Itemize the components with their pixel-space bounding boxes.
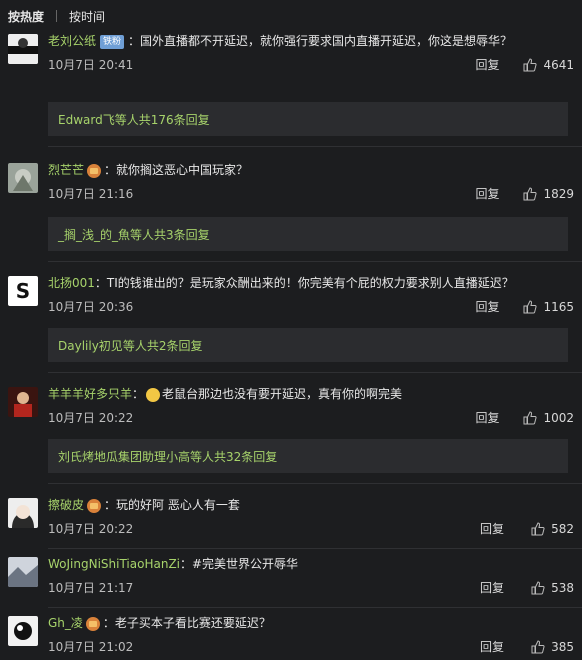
thumbs-up-icon (523, 186, 538, 200)
thumbs-up-icon (523, 57, 538, 71)
avatar[interactable] (8, 387, 38, 417)
like-button[interactable]: 1002 (523, 411, 574, 425)
username[interactable]: 擦破皮 (48, 498, 84, 512)
thumbs-up-icon (531, 639, 545, 653)
sort-divider (56, 10, 58, 22)
like-count: 385 (551, 639, 574, 654)
reply-button[interactable]: 回复 (475, 56, 499, 73)
comment-item: WoJingNiShiTiaoHanZi：#完美世界公开辱华 10月7日 21:… (0, 555, 582, 601)
comment-item: 老刘公纸 铁粉 ：国外直播都不开延迟，就你强行要求国内直播开延迟，你这是想辱华？ 1… (0, 32, 582, 106)
username[interactable]: Gh_凌 (48, 616, 83, 630)
comment-text: 老鼠台那边也没有要开延迟，真有你的啊完美 (162, 387, 403, 401)
sub-reply-names: _搁_浅_的_魚 (58, 227, 131, 242)
reply-button[interactable]: 回复 (480, 520, 504, 537)
like-button[interactable]: 582 (528, 522, 574, 536)
sub-reply-mid: 等人 (122, 338, 147, 353)
fan-badge: 铁粉 (100, 34, 125, 49)
sort-time-tab[interactable]: 按时间 (69, 8, 105, 25)
comment-text: ：国外直播都不开延迟，就你强行要求国内直播开延迟，你这是想辱华？ (128, 34, 513, 48)
like-count: 1829 (543, 186, 574, 201)
sort-hot-tab[interactable]: 按热度 (8, 8, 44, 25)
sort-bar: 按热度 按时间 (0, 0, 582, 32)
sub-reply-count: 共176条回复 (138, 112, 210, 127)
avatar[interactable] (8, 498, 38, 528)
like-count: 1002 (543, 410, 574, 425)
sub-replies-summary[interactable]: 刘氏烤地瓜集团助理小高 等人 共32条回复 (48, 439, 568, 473)
reply-button[interactable]: 回复 (480, 638, 504, 655)
sub-replies-summary[interactable]: _搁_浅_的_魚 等人 共3条回复 (48, 217, 568, 251)
username[interactable]: 羊羊羊好多只羊 (48, 387, 132, 401)
comment-item: 擦破皮 ：玩的好阿 恶心人有一套 10月7日 20:22 回复 582 (0, 496, 582, 542)
comment-time: 10月7日 20:22 (48, 411, 134, 425)
thumbs-up-icon (523, 410, 538, 424)
colon-text: ： (132, 387, 145, 401)
like-count: 538 (551, 580, 574, 595)
divider (48, 372, 582, 373)
comment-text: ：玩的好阿 恶心人有一套 (104, 498, 240, 512)
like-count: 1165 (543, 299, 574, 314)
comment-text: ：老子买本子看比赛还要延迟？ (102, 616, 271, 630)
comment-text: ：#完美世界公开辱华 (180, 557, 299, 571)
comment-time: 10月7日 20:41 (48, 58, 134, 72)
comment-item: 烈芒芒 ：就你搁这恶心中国玩家？ 10月7日 21:16 回复 1829 (0, 161, 582, 209)
sub-reply-names: 刘氏烤地瓜集团助理小高 (58, 449, 191, 464)
thumbs-up-icon (523, 299, 538, 313)
sub-replies-summary[interactable]: Edward飞 等人 共176条回复 (48, 102, 568, 136)
thumbs-up-icon (531, 580, 545, 594)
comment-time: 10月7日 20:22 (48, 522, 134, 536)
username[interactable]: 烈芒芒 (48, 163, 84, 177)
avatar[interactable] (8, 616, 38, 646)
sub-reply-mid: 等人 (190, 449, 215, 464)
username[interactable]: 老刘公纸 (48, 34, 96, 48)
emoji-icon (146, 387, 161, 402)
reply-button[interactable]: 回复 (475, 409, 499, 426)
avatar[interactable] (8, 163, 38, 193)
svg-text:S: S (16, 279, 30, 303)
comment-time: 10月7日 21:16 (48, 187, 134, 201)
comment-text: ：就你搁这恶心中国玩家？ (104, 163, 249, 177)
sub-reply-mid: 等人 (130, 227, 155, 242)
comment-time: 10月7日 21:17 (48, 581, 134, 595)
avatar[interactable]: S (8, 276, 38, 306)
divider (48, 261, 582, 262)
comment-item: S 北扬001：TI的钱谁出的？是玩家众酬出来的！你完美有个屁的权力要求别人直播… (0, 274, 582, 320)
level-badge-icon (87, 163, 102, 178)
divider (48, 548, 582, 549)
sub-reply-count: 共32条回复 (214, 449, 278, 464)
divider (48, 146, 582, 147)
comment-time: 10月7日 21:02 (48, 640, 134, 654)
comment-item: Gh_凌 ：老子买本子看比赛还要延迟？ 10月7日 21:02 回复 385 (0, 614, 582, 660)
divider (48, 483, 582, 484)
comment-time: 10月7日 20:36 (48, 300, 134, 314)
sub-reply-names: Edward飞 (58, 112, 115, 127)
comment-text: ：TI的钱谁出的？是玩家众酬出来的！你完美有个屁的权力要求别人直播延迟？ (94, 276, 514, 290)
like-count: 582 (551, 521, 574, 536)
like-button[interactable]: 385 (528, 640, 574, 654)
sub-reply-names: Daylily初见 (58, 338, 123, 353)
like-button[interactable]: 1165 (523, 300, 574, 314)
like-button[interactable]: 4641 (523, 58, 574, 72)
reply-button[interactable]: 回复 (475, 185, 499, 202)
comment-item: 羊羊羊好多只羊： 老鼠台那边也没有要开延迟，真有你的啊完美 10月7日 20:22… (0, 385, 582, 431)
like-button[interactable]: 1829 (523, 187, 574, 201)
username[interactable]: WoJingNiShiTiaoHanZi (48, 557, 180, 571)
like-count: 4641 (543, 57, 574, 72)
reply-button[interactable]: 回复 (475, 298, 499, 315)
sub-reply-mid: 等人 (114, 112, 139, 127)
sub-replies-summary[interactable]: Daylily初见 等人 共2条回复 (48, 328, 568, 362)
avatar[interactable] (8, 557, 38, 587)
reply-button[interactable]: 回复 (480, 579, 504, 596)
username[interactable]: 北扬001 (48, 276, 95, 290)
thumbs-up-icon (531, 521, 545, 535)
like-button[interactable]: 538 (528, 581, 574, 595)
level-badge-icon (87, 498, 102, 513)
sub-reply-count: 共2条回复 (146, 338, 203, 353)
sub-reply-count: 共3条回复 (154, 227, 210, 242)
divider (48, 607, 582, 608)
level-badge-icon (85, 616, 100, 631)
avatar[interactable] (8, 34, 38, 64)
